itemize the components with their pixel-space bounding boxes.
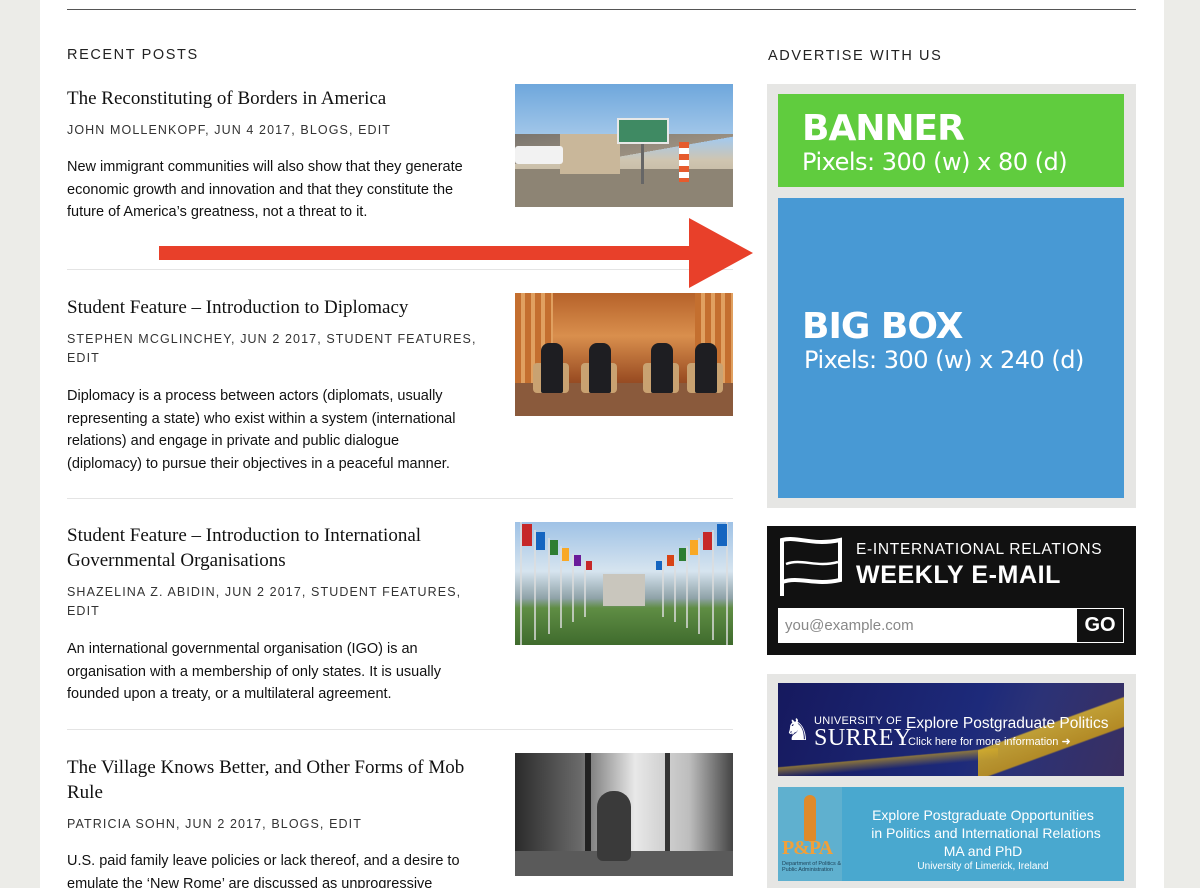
arrow-circle-icon: ➜ (1061, 736, 1071, 748)
post-category-link[interactable]: BLOGS (271, 817, 320, 831)
newsletter-email-input[interactable] (778, 608, 1076, 643)
post-edit-link[interactable]: EDIT (329, 817, 362, 831)
banner-ad-size: Pixels: 300 (w) x 80 (d) (802, 148, 1068, 176)
post-edit-link[interactable]: EDIT (67, 604, 100, 618)
newsletter-go-button[interactable]: GO (1076, 608, 1124, 643)
post-edit-link[interactable]: EDIT (358, 123, 391, 137)
post-thumbnail-border-crossing[interactable] (515, 84, 733, 207)
surrey-promo-banner[interactable]: ♞ UNIVERSITY OF SURREY Explore Postgradu… (778, 683, 1124, 776)
post-author-link[interactable]: SHAZELINA Z. ABIDIN (67, 585, 216, 599)
post-excerpt: Diplomacy is a process between actors (d… (67, 388, 456, 472)
post-meta: SHAZELINA Z. ABIDIN, JUN 2 2017, STUDENT… (67, 585, 462, 618)
stag-icon: ♞ (784, 714, 811, 747)
surrey-logo-big: SURREY (814, 725, 912, 751)
post-excerpt: U.S. paid family leave policies or lack … (67, 853, 460, 888)
post-date: JUN 2 2017 (224, 585, 302, 599)
post-title-link[interactable]: Student Feature – Introduction to Diplom… (67, 295, 487, 320)
post-thumbnail-window-figure[interactable] (515, 753, 733, 876)
post-date: JUN 2 2017 (185, 817, 263, 831)
post-meta: JOHN MOLLENKOPF, JUN 4 2017, BLOGS, EDIT (67, 123, 391, 137)
ppa-logo: P&PA Department of Politics & Public Adm… (778, 787, 842, 881)
post-date: JUN 4 2017 (214, 123, 292, 137)
post-meta: STEPHEN MCGLINCHEY, JUN 2 2017, STUDENT … (67, 332, 477, 365)
post-excerpt: An international governmental organisati… (67, 641, 441, 702)
red-arrow-annotation (159, 218, 753, 288)
banner-ad-title: BANNER (802, 108, 965, 149)
post-excerpt: New immigrant communities will also show… (67, 159, 463, 220)
page-container: RECENT POSTS ADVERTISE WITH US The Recon… (40, 0, 1164, 888)
post-date: JUN 2 2017 (240, 332, 318, 346)
ad-sample-panel: BANNER Pixels: 300 (w) x 80 (d) BIG BOX … (767, 84, 1136, 508)
advertise-heading: ADVERTISE WITH US (768, 48, 943, 64)
post-thumbnail-diplomacy-meeting[interactable] (515, 293, 733, 416)
recent-posts-heading: RECENT POSTS (67, 47, 199, 63)
post-divider (67, 498, 733, 499)
limerick-promo-banner[interactable]: P&PA Department of Politics & Public Adm… (778, 787, 1124, 881)
limerick-line-1: Explore Postgraduate Opportunities (872, 807, 1094, 823)
newsletter-signup: E-INTERNATIONAL RELATIONS WEEKLY E-MAIL … (767, 526, 1136, 655)
limerick-line-4: University of Limerick, Ireland (917, 861, 1049, 872)
post-title-link[interactable]: The Village Knows Better, and Other Form… (67, 755, 487, 805)
post-category-link[interactable]: STUDENT FEATURES (326, 332, 472, 346)
post-category-link[interactable]: STUDENT FEATURES (311, 585, 457, 599)
big-box-ad-size: Pixels: 300 (w) x 240 (d) (804, 346, 1084, 374)
promo-panel: ♞ UNIVERSITY OF SURREY Explore Postgradu… (767, 674, 1136, 888)
post-title-link[interactable]: Student Feature – Introduction to Intern… (67, 523, 487, 573)
big-box-ad-title: BIG BOX (802, 306, 963, 347)
newsletter-title: WEEKLY E-MAIL (856, 561, 1062, 589)
post-category-link[interactable]: BLOGS (300, 123, 349, 137)
post-author-link[interactable]: STEPHEN MCGLINCHEY (67, 332, 231, 346)
limerick-line-2: in Politics and International Relations (871, 825, 1101, 841)
banner-ad-sample[interactable]: BANNER Pixels: 300 (w) x 80 (d) (778, 94, 1124, 187)
flag-icon (780, 537, 842, 596)
post-thumbnail-flags-avenue[interactable] (515, 522, 733, 645)
post-author-link[interactable]: PATRICIA SOHN (67, 817, 176, 831)
flags-illustration (520, 522, 728, 645)
surrey-headline: Explore Postgraduate Politics (906, 715, 1109, 732)
surrey-subline: Click here for more information ➜ (908, 736, 1071, 748)
big-box-ad-sample[interactable]: BIG BOX Pixels: 300 (w) x 240 (d) (778, 198, 1124, 498)
newsletter-brand: E-INTERNATIONAL RELATIONS (856, 541, 1103, 558)
top-divider (67, 9, 1136, 10)
post-edit-link[interactable]: EDIT (67, 351, 100, 365)
post-meta: PATRICIA SOHN, JUN 2 2017, BLOGS, EDIT (67, 817, 362, 831)
post-author-link[interactable]: JOHN MOLLENKOPF (67, 123, 205, 137)
limerick-line-3: MA and PhD (943, 843, 1023, 859)
post-divider (67, 729, 733, 730)
post-title-link[interactable]: The Reconstituting of Borders in America (67, 86, 487, 111)
